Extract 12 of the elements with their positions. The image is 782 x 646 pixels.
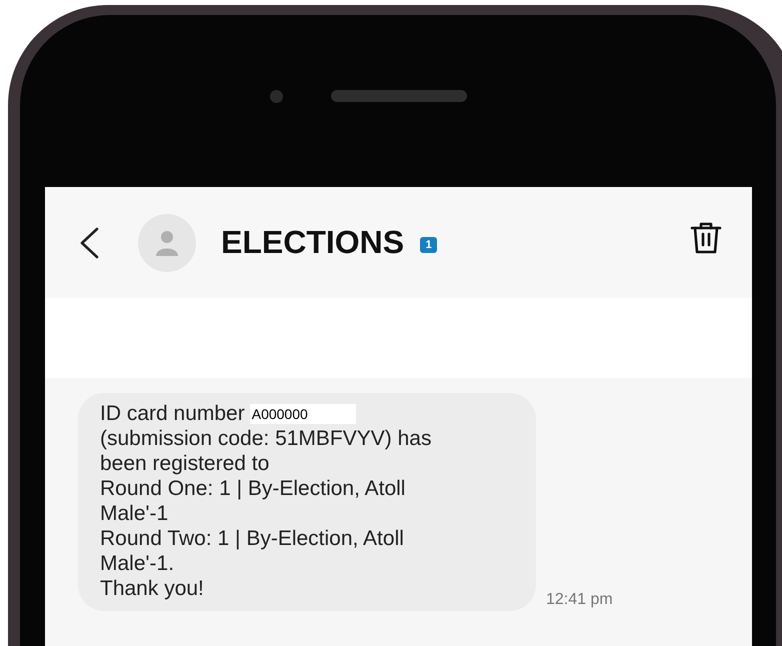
- trash-icon: [690, 220, 722, 254]
- camera-dot: [270, 90, 283, 102]
- contact-name: ELECTIONS: [221, 224, 404, 261]
- back-button[interactable]: [78, 226, 100, 258]
- id-number: A000000: [250, 404, 356, 424]
- back-icon: [78, 226, 100, 258]
- delete-button[interactable]: [690, 220, 722, 254]
- message-text: ID card number: [100, 401, 245, 426]
- message-text: (submission code: 51MBFVYV) has been registered to Round One: 1 | By-Election, Atoll Male'-1 Round Two: 1 | By-Election, Atoll Male'-1. Thank you!: [100, 426, 432, 601]
- message-time: 12:41 pm: [546, 591, 613, 610]
- person-icon: [156, 230, 178, 256]
- count-badge: 1: [420, 236, 438, 252]
